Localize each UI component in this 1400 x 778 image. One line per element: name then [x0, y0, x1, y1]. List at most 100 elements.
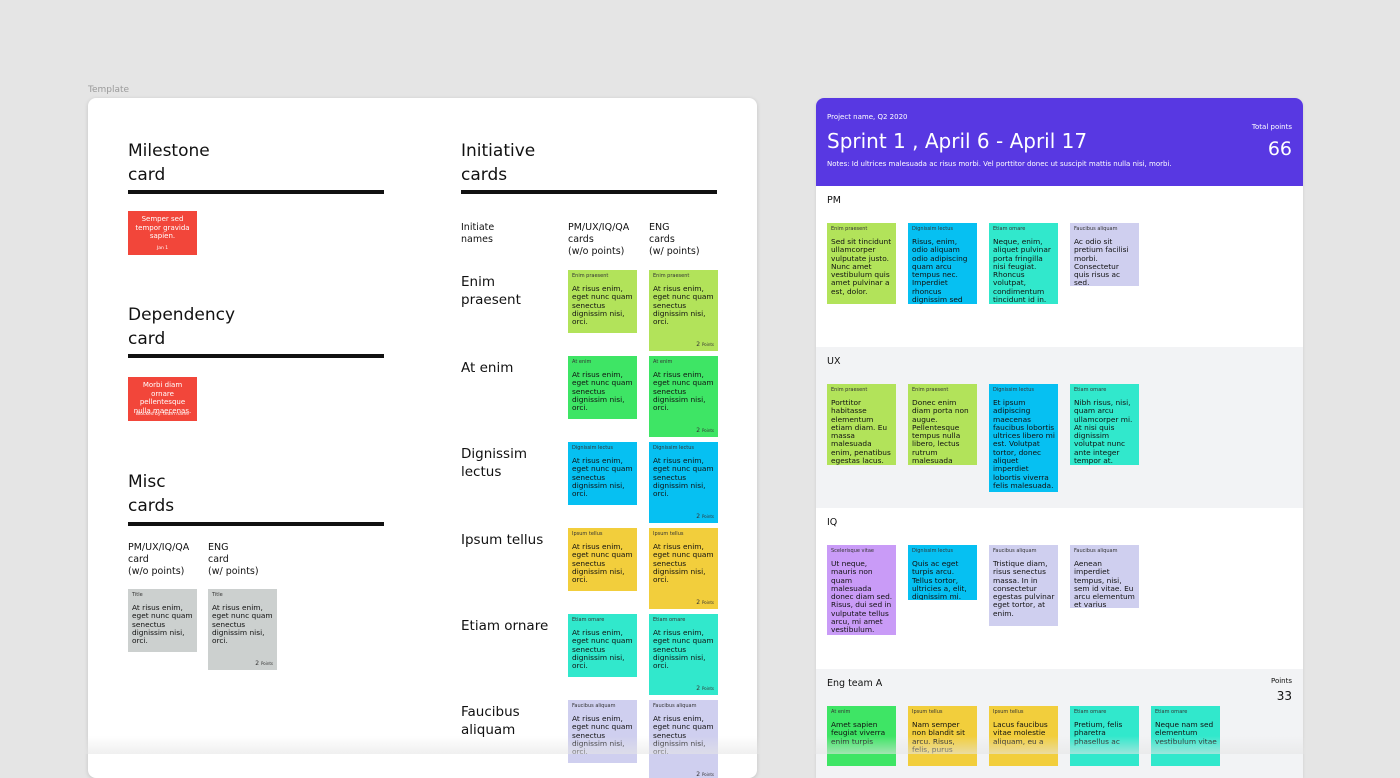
initiative-card-with-points[interactable]: Faucibus aliquam At risus enim, eget nunc…	[649, 700, 718, 778]
milestone-title: Milestone card	[128, 141, 210, 185]
initiative-card-no-points[interactable]: Etiam ornare At risus enim, eget nunc qua…	[568, 614, 637, 677]
initiative-card-with-points[interactable]: Etiam ornare At risus enim, eget nunc qua…	[649, 614, 718, 695]
card-tag: Faucibus aliquam	[1074, 548, 1118, 554]
board-card[interactable]: Ipsum tellus Lacus faucibus vitae molesti…	[989, 706, 1058, 766]
template-frame-label[interactable]: Template	[88, 85, 129, 95]
card-text: Ac odio sit pretium facilisi morbi. Cons…	[1074, 237, 1129, 286]
initiative-card-no-points[interactable]: Ipsum tellus At risus enim, eget nunc qua…	[568, 528, 637, 591]
misc-col2-label: ENG card (w/ points)	[208, 542, 259, 577]
lane-name: Eng team A	[827, 678, 883, 689]
initiative-name-enim-praesent: Enim praesent	[461, 274, 521, 308]
initiative-card-no-points[interactable]: At enim At risus enim, eget nunc quam sen…	[568, 356, 637, 419]
card-tag: Etiam ornare	[572, 617, 605, 623]
dependency-card[interactable]: Morbi diam ornare pellentesque nulla mae…	[128, 377, 197, 421]
card-tag: Dignissim lectus	[912, 226, 953, 232]
lane-points-label: Points	[1270, 677, 1292, 685]
card-points: 2 Points	[255, 660, 273, 667]
initiative-card-with-points[interactable]: At enim At risus enim, eget nunc quam sen…	[649, 356, 718, 437]
board-card[interactable]: Dignissim lectus Et ipsum adipiscing maec…	[989, 384, 1058, 492]
lane-name: PM	[827, 195, 841, 206]
card-tag: Dignissim lectus	[572, 445, 613, 451]
card-text: Pretium, felis pharetra phasellus ac	[1074, 720, 1123, 746]
initiative-card-no-points[interactable]: Enim praesent At risus enim, eget nunc qu…	[568, 270, 637, 333]
card-text: Ut neque, mauris non quam malesuada done…	[831, 559, 893, 635]
board-card[interactable]: Faucibus aliquam Ac odio sit pretium faci…	[1070, 223, 1139, 286]
board-card[interactable]: Faucibus aliquam Tristique diam, risus se…	[989, 545, 1058, 626]
board-card[interactable]: Ipsum tellus Nam semper non blandit sit a…	[908, 706, 977, 766]
card-tag: Dignissim lectus	[653, 445, 694, 451]
misc-rule	[128, 522, 384, 526]
initiative-rule	[461, 190, 717, 194]
card-tag: Dignissim lectus	[912, 548, 953, 554]
misc-card-with-points[interactable]: Title At risus enim, eget nunc quam sene…	[208, 589, 277, 670]
board-card[interactable]: Etiam ornare Pretium, felis pharetra phas…	[1070, 706, 1139, 766]
board-card[interactable]: Etiam ornare Neque, enim, aliquet pulvina…	[989, 223, 1058, 304]
card-tag: Etiam ornare	[1074, 387, 1107, 393]
board-card[interactable]: Enim praesent Sed sit tincidunt ullamcorp…	[827, 223, 896, 304]
card-points: 2 Points	[696, 513, 714, 520]
lane-iq: IQ Scelerisque vitae Ut neque, mauris non …	[816, 508, 1303, 669]
card-tag: Ipsum tellus	[572, 531, 603, 537]
board-header: Project name, Q2 2020 Sprint 1 , April 6…	[816, 98, 1303, 186]
milestone-rule	[128, 190, 384, 194]
initiative-card-no-points[interactable]: Dignissim lectus At risus enim, eget nunc…	[568, 442, 637, 505]
card-text: Risus, enim, odio aliquam odio adipiscin…	[912, 237, 968, 304]
card-text: Quis ac eget turpis arcu. Tellus tortor,…	[912, 559, 967, 600]
template-frame[interactable]: Milestone card Semper sed tempor gravida…	[88, 98, 757, 778]
board-card[interactable]: Enim praesent Donec enim diam porta non a…	[908, 384, 977, 465]
card-text: At risus enim, eget nunc quam senectus d…	[572, 284, 633, 327]
initiative-title: Initiative cards	[461, 141, 536, 185]
initiative-name-dignissim-lectus: Dignissim lectus	[461, 446, 527, 480]
card-text: Amet sapien feugiat viverra enim turpis	[831, 720, 886, 746]
card-text: At risus enim, eget nunc quam senectus d…	[572, 542, 633, 585]
milestone-card[interactable]: Semper sed tempor gravida sapien. Jan 1	[128, 211, 197, 255]
board-card[interactable]: At enim Amet sapien feugiat viverra enim …	[827, 706, 896, 766]
initiative-card-with-points[interactable]: Ipsum tellus At risus enim, eget nunc qua…	[649, 528, 718, 609]
card-points: 2 Points	[696, 341, 714, 348]
misc-title: Misc cards	[128, 472, 175, 516]
card-text: At risus enim, eget nunc quam senectus d…	[653, 628, 714, 671]
card-tag: Etiam ornare	[993, 226, 1026, 232]
card-text: At risus enim, eget nunc quam senectus d…	[572, 628, 633, 671]
card-text: At risus enim, eget nunc quam senectus d…	[653, 542, 714, 585]
card-text: At risus enim, eget nunc quam senectus d…	[572, 370, 633, 413]
board-card[interactable]: Scelerisque vitae Ut neque, mauris non qu…	[827, 545, 896, 635]
card-points: 2 Points	[696, 599, 714, 606]
card-tag: Dignissim lectus	[993, 387, 1034, 393]
sprint-board[interactable]: Project name, Q2 2020 Sprint 1 , April 6…	[816, 98, 1303, 778]
misc-card-no-points[interactable]: Title At risus enim, eget nunc quam sene…	[128, 589, 197, 652]
initiative-card-with-points[interactable]: Enim praesent At risus enim, eget nunc qu…	[649, 270, 718, 351]
project-name: Project name, Q2 2020	[827, 113, 908, 121]
board-card[interactable]: Etiam ornare Neque nam sed elementum vest…	[1151, 706, 1220, 766]
card-tag: Enim praesent	[653, 273, 690, 279]
initiative-card-with-points[interactable]: Dignissim lectus At risus enim, eget nunc…	[649, 442, 718, 523]
board-card[interactable]: Enim praesent Porttitor habitasse element…	[827, 384, 896, 465]
milestone-card-date: Jan 1	[156, 246, 169, 251]
lane-name: UX	[827, 356, 841, 367]
board-card[interactable]: Dignissim lectus Quis ac eget turpis arcu…	[908, 545, 977, 600]
card-text: Aenean imperdiet tempus, nisi, sem id vi…	[1074, 559, 1135, 608]
card-text: Nam semper non blandit sit arcu. Risus, …	[912, 720, 965, 754]
card-tag: Enim praesent	[831, 226, 868, 232]
card-tag: Scelerisque vitae	[831, 548, 874, 554]
card-text: At risus enim, eget nunc quam senectus d…	[572, 456, 633, 499]
card-text: Nibh risus, nisi, quam arcu ullamcorper …	[1074, 398, 1133, 465]
board-card[interactable]: Etiam ornare Nibh risus, nisi, quam arcu …	[1070, 384, 1139, 465]
lane-ux: UX Enim praesent Porttitor habitasse eleme…	[816, 347, 1303, 508]
card-text: Donec enim diam porta non augue. Pellent…	[912, 398, 969, 465]
card-text: Neque nam sed elementum vestibulum vitae	[1155, 720, 1217, 746]
misc-col1-label: PM/UX/IQ/QA card (w/o points)	[128, 542, 190, 577]
board-card[interactable]: Faucibus aliquam Aenean imperdiet tempus,…	[1070, 545, 1139, 608]
card-tag: Faucibus aliquam	[993, 548, 1037, 554]
card-tag: Etiam ornare	[1074, 709, 1107, 715]
card-tag: Etiam ornare	[653, 617, 686, 623]
total-points-label: Total points	[1251, 123, 1292, 131]
dependency-card-text: Morbi diam ornare pellentesque nulla mae…	[133, 381, 192, 415]
dependency-title: Dependency card	[128, 305, 236, 349]
lane-name: IQ	[827, 517, 838, 528]
card-tag: Enim praesent	[912, 387, 949, 393]
card-text: Lacus faucibus vitae molestie aliquam, e…	[993, 720, 1048, 746]
card-text: At risus enim, eget nunc quam senectus d…	[572, 714, 633, 757]
board-card[interactable]: Dignissim lectus Risus, enim, odio aliqua…	[908, 223, 977, 304]
card-tag: Enim praesent	[831, 387, 868, 393]
